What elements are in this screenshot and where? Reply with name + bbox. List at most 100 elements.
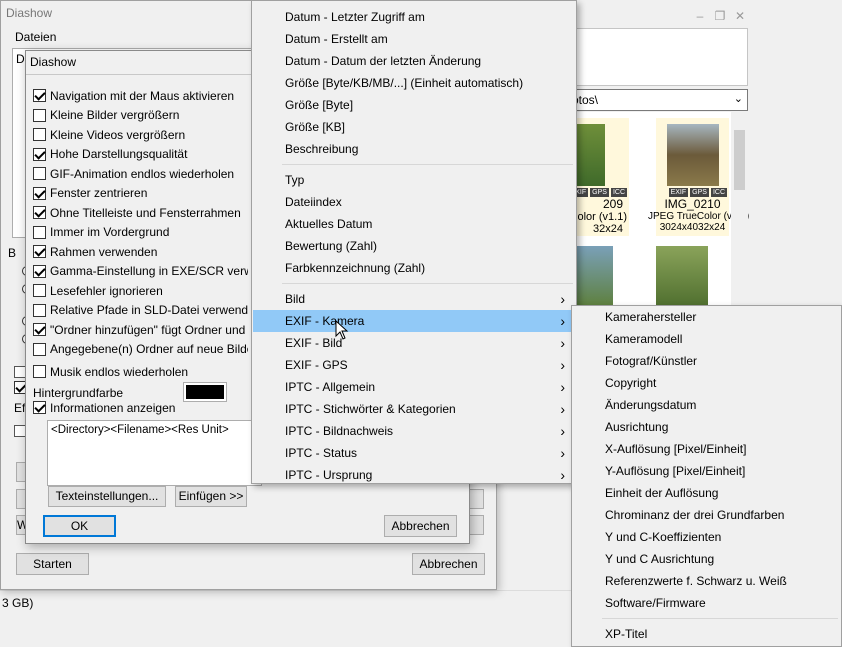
option-checkbox[interactable] bbox=[33, 264, 46, 278]
option-checkbox[interactable] bbox=[33, 245, 46, 259]
maximize-icon[interactable]: ❐ bbox=[712, 8, 728, 24]
option-checkbox[interactable] bbox=[33, 167, 46, 181]
gps-badge: GPS bbox=[590, 188, 609, 197]
status-text: 3 GB) bbox=[2, 596, 34, 610]
menu-item[interactable]: Größe [Byte] bbox=[253, 94, 575, 116]
menu-item[interactable]: IPTC - Status › bbox=[253, 442, 575, 464]
menu-item[interactable]: Y und C Ausrichtung bbox=[573, 548, 840, 570]
text-settings-button[interactable]: Texteinstellungen... bbox=[48, 486, 166, 507]
insert-button[interactable]: Einfügen >> bbox=[175, 486, 247, 507]
menu-item[interactable]: Größe [KB] bbox=[253, 116, 575, 138]
option-row[interactable]: Fenster zentrieren bbox=[33, 184, 248, 204]
option-checkbox[interactable] bbox=[33, 225, 46, 239]
option-row[interactable]: Lesefehler ignorieren bbox=[33, 281, 248, 301]
menu-item-label: EXIF - Bild bbox=[285, 336, 343, 350]
menu-item[interactable]: Datum - Letzter Zugriff am bbox=[253, 6, 575, 28]
menu-item[interactable]: X-Auflösung [Pixel/Einheit] bbox=[573, 438, 840, 460]
menu-item-label: Änderungsdatum bbox=[605, 398, 697, 412]
close-icon[interactable]: ✕ bbox=[732, 8, 748, 24]
option-row[interactable]: Angegebene(n) Ordner auf neue Bilder hin bbox=[33, 340, 248, 360]
menu-item[interactable]: Copyright bbox=[573, 372, 840, 394]
option-row[interactable]: Kleine Videos vergrößern bbox=[33, 125, 248, 145]
menu-item[interactable]: Farbkennzeichnung (Zahl) bbox=[253, 257, 575, 279]
menu-item[interactable]: Ausrichtung bbox=[573, 416, 840, 438]
option-checkbox[interactable] bbox=[33, 128, 46, 142]
vertical-scrollbar[interactable] bbox=[731, 112, 748, 307]
menu-item[interactable]: Bewertung (Zahl) bbox=[253, 235, 575, 257]
menu-item[interactable]: Software/Firmware bbox=[573, 592, 840, 614]
menu-item[interactable]: Änderungsdatum bbox=[573, 394, 840, 416]
cancel-button[interactable]: Abbrechen bbox=[384, 515, 457, 537]
menu-item[interactable]: Größe [Byte/KB/MB/...] (Einheit automati… bbox=[253, 72, 575, 94]
menu-item[interactable]: EXIF - Bild › bbox=[253, 332, 575, 354]
menu-item-label: Kamerahersteller bbox=[605, 310, 697, 324]
menu-item[interactable]: IPTC - Bildnachweis › bbox=[253, 420, 575, 442]
menu-item-label: Chrominanz der drei Grundfarben bbox=[605, 508, 785, 522]
option-row[interactable]: Hohe Darstellungsqualität bbox=[33, 145, 248, 165]
option-checkbox[interactable] bbox=[33, 365, 46, 379]
info-row[interactable]: Informationen anzeigen bbox=[33, 398, 175, 418]
menu-item[interactable]: Bild › bbox=[253, 288, 575, 310]
menu-item[interactable]: Kamerahersteller bbox=[573, 306, 840, 328]
thumbnail-image[interactable] bbox=[656, 246, 708, 308]
menu-item[interactable]: IPTC - Stichwörter & Kategorien › bbox=[253, 398, 575, 420]
option-row[interactable]: "Ordner hinzufügen" fügt Ordner und dess… bbox=[33, 320, 248, 340]
menu-item[interactable]: Datum - Erstellt am bbox=[253, 28, 575, 50]
option-row[interactable]: Rahmen verwenden bbox=[33, 242, 248, 262]
thumbnail-grid: EXIF GPS ICC 209 olor (v1.1) 32x24 EXIF … bbox=[565, 112, 749, 308]
menu-item-label: Ausrichtung bbox=[605, 420, 669, 434]
exif-camera-submenu: Kamerahersteller Kameramodell Fotograf/Kün… bbox=[571, 305, 842, 647]
thumbnail-image[interactable] bbox=[575, 246, 613, 308]
option-row[interactable]: Ohne Titelleiste und Fensterrahmen bbox=[33, 203, 248, 223]
option-checkbox[interactable] bbox=[33, 186, 46, 200]
menu-item[interactable]: Fotograf/Künstler bbox=[573, 350, 840, 372]
option-checkbox[interactable] bbox=[33, 323, 46, 337]
thumbnail-size: 3024x4032x24 bbox=[659, 222, 726, 233]
menu-item[interactable]: Aktuelles Datum bbox=[253, 213, 575, 235]
menu-separator bbox=[282, 164, 573, 165]
start-button[interactable]: Starten bbox=[16, 553, 89, 575]
menu-item[interactable]: Referenzwerte f. Schwarz u. Weiß bbox=[573, 570, 840, 592]
option-checkbox[interactable] bbox=[33, 147, 46, 161]
menu-item[interactable]: Datum - Datum der letzten Änderung bbox=[253, 50, 575, 72]
menu-item[interactable]: Beschreibung bbox=[253, 138, 575, 160]
minimize-icon[interactable]: – bbox=[692, 8, 708, 24]
option-checkbox[interactable] bbox=[33, 89, 46, 103]
menu-item[interactable]: IPTC - Ursprung › bbox=[253, 464, 575, 486]
info-template-textarea[interactable]: <Directory><Filename><Res Unit> bbox=[47, 420, 262, 486]
menu-item[interactable]: IPTC - Allgemein › bbox=[253, 376, 575, 398]
menu-item[interactable]: Dateiindex bbox=[253, 191, 575, 213]
option-row[interactable]: Musik endlos wiederholen bbox=[33, 362, 248, 382]
option-checkbox[interactable] bbox=[33, 284, 46, 298]
option-row[interactable]: Relative Pfade in SLD-Datei verwenden bbox=[33, 301, 248, 321]
menu-item[interactable]: Typ bbox=[253, 169, 575, 191]
option-row[interactable]: Navigation mit der Maus aktivieren bbox=[33, 86, 248, 106]
ok-button[interactable]: OK bbox=[43, 515, 116, 537]
menu-item[interactable]: EXIF - GPS › bbox=[253, 354, 575, 376]
option-checkbox[interactable] bbox=[33, 303, 46, 317]
mouse-cursor-icon bbox=[335, 320, 349, 340]
menu-item-label: Datum - Datum der letzten Änderung bbox=[285, 54, 482, 68]
option-checkbox[interactable] bbox=[33, 342, 46, 356]
menu-item[interactable]: Einheit der Auflösung bbox=[573, 482, 840, 504]
option-row[interactable]: Gamma-Einstellung in EXE/SCR verwende bbox=[33, 262, 248, 282]
scrollbar-thumb[interactable] bbox=[734, 130, 745, 190]
menu-item[interactable]: XP-Titel bbox=[573, 623, 840, 645]
option-checkbox[interactable] bbox=[33, 206, 46, 220]
option-row[interactable]: Kleine Bilder vergrößern bbox=[33, 106, 248, 126]
thumbnail-item[interactable]: EXIF GPS ICC IMG_0210 JPEG TrueColor (v1… bbox=[648, 118, 749, 236]
option-checkbox[interactable] bbox=[33, 108, 46, 122]
menu-item[interactable]: Y und C-Koeffizienten bbox=[573, 526, 840, 548]
cancel-button[interactable]: Abbrechen bbox=[412, 553, 485, 575]
path-combo[interactable]: otos\ ⌄ bbox=[565, 89, 748, 111]
menu-item[interactable]: Kameramodell bbox=[573, 328, 840, 350]
menu-item[interactable]: EXIF - Kamera › bbox=[253, 310, 575, 332]
bgcolor-swatch[interactable] bbox=[183, 382, 227, 402]
menu-item[interactable]: Chrominanz der drei Grundfarben bbox=[573, 504, 840, 526]
option-label: GIF-Animation endlos wiederholen bbox=[50, 166, 235, 181]
info-checkbox[interactable] bbox=[33, 401, 46, 415]
option-row[interactable]: GIF-Animation endlos wiederholen bbox=[33, 164, 248, 184]
option-row[interactable]: Immer im Vordergrund bbox=[33, 223, 248, 243]
options-list: Navigation mit der Maus aktivieren Kleine… bbox=[33, 86, 248, 382]
menu-item[interactable]: Y-Auflösung [Pixel/Einheit] bbox=[573, 460, 840, 482]
